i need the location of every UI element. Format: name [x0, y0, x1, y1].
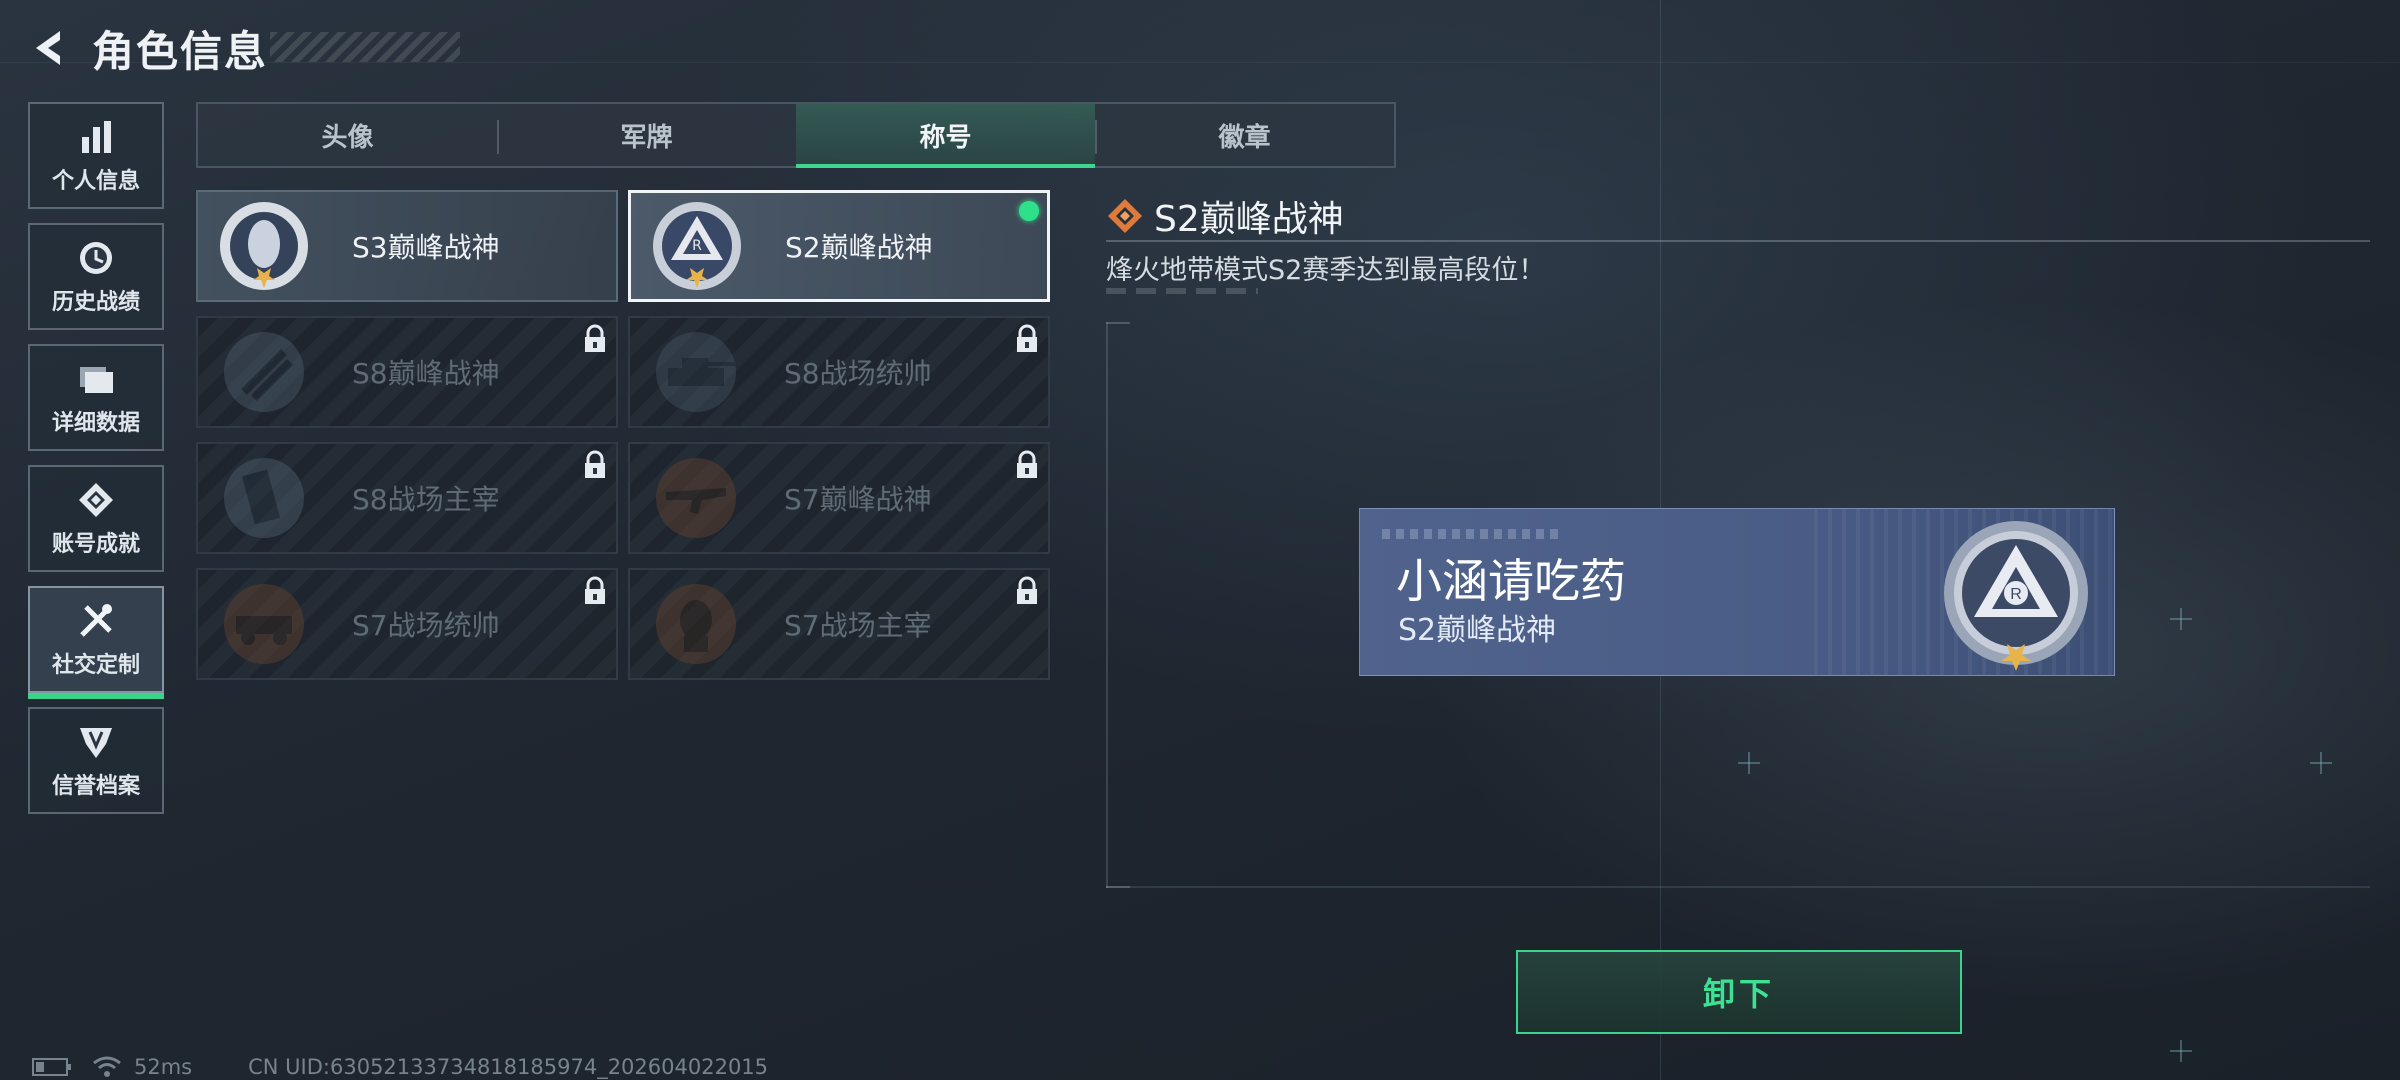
title-name: S8战场主宰: [352, 483, 500, 516]
lock-icon: [1014, 324, 1040, 354]
clock-icon: [76, 238, 116, 278]
detail-header: S2巅峰战神: [1106, 190, 1344, 242]
bg-grid-line: [0, 62, 2400, 63]
title-name: S8巅峰战神: [352, 357, 500, 390]
sidebar: 个人信息 历史战绩 详细数据 账号成就 社交定制 信誉档案: [28, 102, 166, 828]
svg-text:R: R: [2010, 586, 2022, 603]
sidebar-item-history[interactable]: 历史战绩: [28, 223, 164, 330]
sidebar-item-label: 信誉档案: [51, 773, 140, 799]
divider: [1106, 240, 2370, 242]
peak-god-emblem-icon: [214, 196, 314, 296]
sidebar-item-credit-record[interactable]: 信誉档案: [28, 707, 164, 814]
nameplate-preview: 小涵请吃药 S2巅峰战神 R: [1359, 508, 2115, 676]
tab-title[interactable]: 称号: [796, 104, 1095, 168]
diamond-icon: [1106, 197, 1144, 235]
bar-chart-icon: [76, 117, 116, 157]
unequip-button[interactable]: 卸下: [1516, 950, 1962, 1034]
title-name: S7战场主宰: [784, 609, 932, 642]
back-arrow-icon[interactable]: [26, 25, 72, 71]
title-card-locked[interactable]: S8巅峰战神: [196, 316, 618, 428]
sidebar-item-personal-info[interactable]: 个人信息: [28, 102, 164, 209]
lock-icon: [582, 324, 608, 354]
page-header: 角色信息: [26, 20, 268, 76]
tab-badge[interactable]: 徽章: [1095, 104, 1394, 166]
plate-decoration: [1382, 529, 1562, 539]
sidebar-item-label: 历史战绩: [51, 289, 140, 315]
folder-icon: [76, 359, 116, 399]
status-footer: 52ms CN UID:63052133734818185974_2026040…: [32, 1054, 768, 1080]
detail-description: 烽火地带模式S2赛季达到最高段位！: [1106, 255, 1546, 286]
page-title: 角色信息: [92, 26, 269, 76]
tab-dogtag[interactable]: 军牌: [497, 104, 796, 166]
lock-icon: [1014, 576, 1040, 606]
sidebar-item-social-custom[interactable]: 社交定制: [28, 586, 164, 699]
lock-icon: [582, 576, 608, 606]
detail-title: S2巅峰战神: [1154, 199, 1344, 240]
plate-title: S2巅峰战神: [1398, 613, 1557, 648]
detail-decoration: [1106, 288, 1258, 294]
title-card-selected[interactable]: R S2巅峰战神: [628, 190, 1050, 302]
vehicle-emblem-icon: [214, 574, 314, 674]
title-card-locked[interactable]: S7战场主宰: [628, 568, 1050, 680]
header-decoration: [270, 32, 460, 62]
user-uid: CN UID:63052133734818185974_202604022015: [248, 1055, 769, 1079]
ping-value: 52ms: [134, 1055, 193, 1079]
sidebar-item-label: 个人信息: [51, 168, 140, 194]
rifle-emblem-icon: [646, 448, 746, 548]
sidebar-item-achievements[interactable]: 账号成就: [28, 465, 164, 572]
sidebar-item-label: 社交定制: [51, 652, 140, 678]
title-card-locked[interactable]: S7巅峰战神: [628, 442, 1050, 554]
title-name: S3巅峰战神: [352, 231, 500, 264]
locked-emblem-icon: [214, 322, 314, 422]
category-tabs: 头像 军牌 称号 徽章: [196, 102, 1396, 168]
tools-icon: [76, 601, 116, 641]
title-card-locked[interactable]: S7战场统帅: [196, 568, 618, 680]
wifi-icon: [93, 1056, 121, 1077]
title-card-locked[interactable]: S8战场统帅: [628, 316, 1050, 428]
soldier-emblem-icon: [646, 574, 746, 674]
tank-emblem-icon: [646, 322, 746, 422]
sidebar-item-label: 详细数据: [51, 410, 140, 436]
tab-avatar[interactable]: 头像: [198, 104, 497, 166]
title-name: S2巅峰战神: [785, 231, 933, 264]
peak-god-emblem-icon: R: [1936, 515, 2096, 675]
title-name: S8战场统帅: [784, 357, 932, 390]
player-name: 小涵请吃药: [1396, 554, 1626, 608]
equipped-indicator: [1019, 201, 1039, 221]
building-emblem-icon: [214, 448, 314, 548]
title-name: S7战场统帅: [352, 609, 500, 642]
lock-icon: [1014, 450, 1040, 480]
title-card[interactable]: S3巅峰战神: [196, 190, 618, 302]
achievement-icon: [76, 480, 116, 520]
svg-text:R: R: [692, 238, 702, 254]
sidebar-item-detailed-data[interactable]: 详细数据: [28, 344, 164, 451]
title-name: S7巅峰战神: [784, 483, 932, 516]
lock-icon: [582, 450, 608, 480]
sidebar-item-label: 账号成就: [51, 531, 140, 557]
bg-crosshair: [2170, 1040, 2192, 1062]
peak-god-emblem-icon: R: [647, 196, 747, 296]
battery-icon: [32, 1058, 71, 1076]
title-card-locked[interactable]: S8战场主宰: [196, 442, 618, 554]
credit-shield-icon: [76, 722, 116, 762]
